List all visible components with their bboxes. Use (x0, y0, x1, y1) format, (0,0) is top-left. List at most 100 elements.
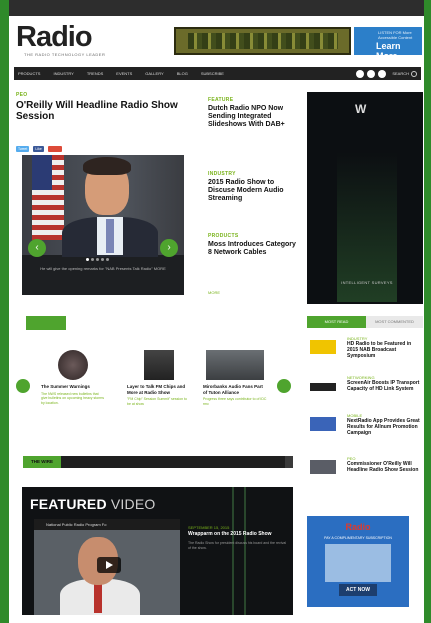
section-tab[interactable] (26, 316, 66, 330)
header-banner-ad[interactable] (174, 27, 351, 55)
twitter-icon[interactable] (367, 69, 376, 78)
carousel-prev-button[interactable] (16, 379, 30, 393)
story-headline[interactable]: 2015 Radio Show to Discuse Modern Audio … (208, 179, 298, 203)
story-kicker: FEATURE (208, 97, 234, 103)
carousel-thumbnail (144, 350, 174, 380)
story-card[interactable]: FEATURE Dutch Radio NPO Now Sending Inte… (208, 97, 298, 129)
slideshow-next-button[interactable]: › (160, 239, 178, 257)
list-item[interactable]: INDUSTRY HD Radio to be Featured in 2015… (307, 336, 423, 366)
carousel-thumbnail (206, 350, 264, 380)
carousel-title[interactable]: Layer to Talk FM Chips and More at Radio… (127, 384, 191, 395)
carousel-item[interactable]: Mirorbanks Audio Fans Part of Tuton Alli… (203, 350, 267, 406)
title-bold: FEATURED (30, 496, 107, 512)
facebook-icon[interactable] (356, 69, 365, 78)
carousel-item[interactable]: Layer to Talk FM Chips and More at Radio… (127, 350, 191, 406)
ad-brand: Radio (345, 522, 371, 532)
ad-subtext: PAY A COMPLIMENTARY SUBSCRIPTION (324, 536, 392, 540)
play-icon[interactable] (97, 557, 121, 573)
logo-wordmark: Radio (16, 21, 93, 53)
item-headline[interactable]: Commissioner O'Reilly Will Headline Radi… (347, 461, 423, 473)
carousel-desc: "FM Chip" Session Summit" session to be … (127, 397, 187, 406)
decorative-line (244, 487, 246, 615)
share-buttons: Tweet Like (16, 146, 62, 152)
slide-dot[interactable] (96, 258, 99, 261)
slide-dot[interactable] (101, 258, 104, 261)
item-headline[interactable]: NextRadio App Provides Great Results for… (347, 418, 423, 436)
site-logo[interactable]: Radio THE RADIO TECHNOLOGY LEADER (16, 22, 126, 62)
carousel-thumbnail (58, 350, 88, 380)
nav-item-blog[interactable]: BLOG (177, 71, 188, 76)
list-item[interactable]: MOBILE NextRadio App Provides Great Resu… (307, 413, 423, 443)
learn-more-ad-cta: Learn More (376, 41, 401, 61)
video-info: SEPTEMBER 15, 2015 Wrapparm on the 2015 … (188, 525, 288, 551)
carousel-item[interactable]: The Summer Warnings The NWS released new… (41, 350, 105, 405)
carousel-next-button[interactable] (277, 379, 291, 393)
lead-slideshow[interactable]: ‹ › He will give the opening remarks for… (22, 155, 184, 295)
slide-dot[interactable] (86, 258, 89, 261)
item-headline[interactable]: ScreenAir Boosts IP Transport Capacity o… (347, 380, 423, 392)
slide-dot[interactable] (91, 258, 94, 261)
nav-item-events[interactable]: EVENTS (116, 71, 132, 76)
thumbnail (310, 417, 336, 431)
ticker-control[interactable] (285, 456, 293, 468)
hero-photo (22, 155, 184, 257)
video-headline[interactable]: Wrapparm on the 2015 Radio Show (188, 531, 288, 537)
video-title-bar: National Public Radio Program Fo (34, 519, 180, 530)
lead-kicker[interactable]: PEO (16, 92, 27, 98)
carousel-desc: The NWS released new bulletins that give… (41, 391, 105, 405)
thumbnail (310, 340, 336, 354)
list-item[interactable]: PEO Commissioner O'Reilly Will Headline … (307, 456, 423, 486)
carousel-title[interactable]: The Summer Warnings (41, 384, 105, 390)
slide-dot[interactable] (106, 258, 109, 261)
story-kicker: PRODUCTS (208, 233, 239, 239)
ad-logo-icon: W (355, 102, 367, 116)
featured-video-title: FEATURED VIDEO (30, 496, 155, 512)
act-now-button[interactable]: ACT NOW (339, 584, 377, 596)
share-plus-button[interactable] (47, 146, 62, 152)
story-card[interactable]: INDUSTRY 2015 Radio Show to Discuse Mode… (208, 171, 298, 203)
learn-more-ad[interactable]: LISTEN FOR More Accessible Content Learn… (354, 27, 422, 61)
sidebar-ad-skyscraper[interactable]: W INTELLIGENT SURVEYS (307, 92, 423, 304)
tweet-button[interactable]: Tweet (16, 146, 30, 152)
story-headline[interactable]: Dutch Radio NPO Now Sending Integrated S… (208, 105, 298, 129)
ticker-label: THE WIRE (23, 456, 61, 468)
nav-item-trends[interactable]: TRENDS (87, 71, 103, 76)
subscription-ad[interactable]: Radio PAY A COMPLIMENTARY SUBSCRIPTION A… (307, 516, 409, 607)
thumbnail (310, 383, 336, 391)
tab-most-commented[interactable]: MOST COMMENTED (366, 316, 423, 328)
linkedin-icon[interactable] (378, 69, 387, 78)
nav-item-industry[interactable]: INDUSTRY (53, 71, 73, 76)
lead-headline[interactable]: O'Reilly Will Headline Radio Show Sessio… (16, 100, 181, 122)
person-hair (83, 157, 131, 175)
learn-more-ad-text: LISTEN FOR More Accessible Content (378, 30, 413, 40)
banner-artwork (188, 33, 338, 49)
nav-item-gallery[interactable]: GALLERY (145, 71, 163, 76)
social-links (356, 69, 387, 78)
item-headline[interactable]: HD Radio to be Featured in 2015 NAB Broa… (347, 341, 423, 359)
search-icon[interactable] (411, 70, 417, 77)
search-label[interactable]: SEARCH (392, 71, 409, 76)
video-player[interactable]: National Public Radio Program Fo (34, 519, 180, 615)
slideshow-dots (86, 258, 109, 261)
story-headline[interactable]: Moss Introduces Category 8 Network Cable… (208, 241, 298, 257)
page: { "topbar": {"items": ["", "", "", "", "… (0, 0, 431, 623)
ad-label: INTELLIGENT SURVEYS (341, 280, 393, 285)
story-card[interactable]: PRODUCTS Moss Introduces Category 8 Netw… (208, 233, 298, 257)
decorative-line (232, 487, 234, 615)
main-nav: PRODUCTS INDUSTRY TRENDS EVENTS GALLERY … (14, 67, 421, 80)
nav-item-products[interactable]: PRODUCTS (18, 71, 40, 76)
carousel-desc: Progress three says contributor to of ID… (203, 397, 267, 406)
site-frame: Radio THE RADIO TECHNOLOGY LEADER LISTEN… (9, 0, 424, 623)
flag-canton (32, 155, 52, 190)
nav-item-subscribe[interactable]: SUBSCRIBE (201, 71, 224, 76)
story-kicker: INDUSTRY (208, 171, 236, 177)
slideshow-prev-button[interactable]: ‹ (28, 239, 46, 257)
top-utility-bar (9, 0, 424, 16)
list-item[interactable]: NETWORKING ScreenAir Boosts IP Transport… (307, 375, 423, 405)
carousel-title[interactable]: Mirorbanks Audio Fans Part of Tuton Alli… (203, 384, 267, 395)
more-stories-link[interactable]: MORE (208, 290, 220, 295)
video-date: SEPTEMBER 15, 2015 (188, 525, 230, 530)
like-button[interactable]: Like (33, 146, 44, 152)
news-ticker: THE WIRE (23, 456, 293, 468)
tab-most-read[interactable]: MOST READ (307, 316, 366, 328)
